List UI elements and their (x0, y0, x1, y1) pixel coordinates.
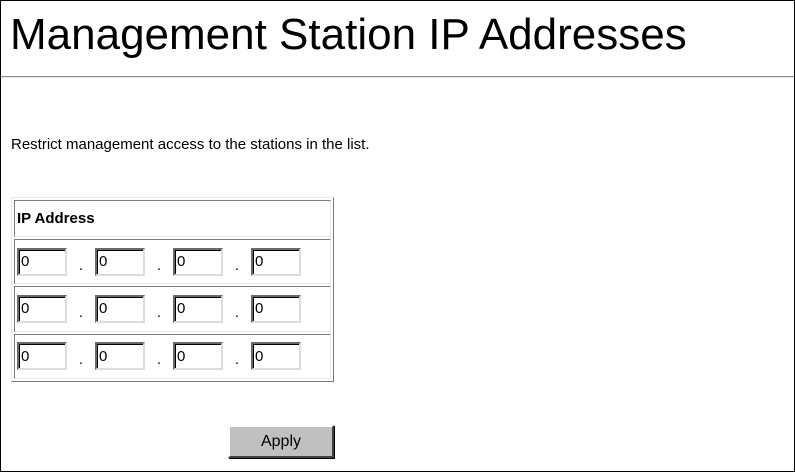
ip-octet-input[interactable] (17, 247, 67, 276)
ip-octet-input[interactable] (95, 294, 145, 323)
table-header-row: IP Address (14, 200, 331, 237)
ip-octet-input[interactable] (17, 294, 67, 323)
ip-octet-input[interactable] (17, 342, 67, 371)
ip-octet-input[interactable] (95, 342, 145, 371)
ip-octet-input[interactable] (173, 342, 223, 371)
octet-separator: . (78, 256, 84, 274)
page-description: Restrict management access to the statio… (11, 136, 370, 153)
octet-separator: . (78, 303, 84, 321)
page-title: Management Station IP Addresses (10, 10, 687, 59)
octet-separator: . (156, 303, 162, 321)
table-row: ... (14, 333, 331, 379)
octet-separator: . (234, 303, 240, 321)
ip-address-header: IP Address (14, 200, 331, 237)
table-row: ... (14, 239, 331, 285)
ip-octet-input[interactable] (173, 247, 223, 276)
title-divider (1, 76, 794, 78)
ip-octet-input[interactable] (95, 247, 145, 276)
apply-button[interactable]: Apply (228, 425, 334, 458)
table-row: ... (14, 286, 331, 332)
ip-octet-input[interactable] (251, 247, 301, 276)
octet-separator: . (156, 351, 162, 369)
ip-address-rows: ......... (14, 239, 331, 379)
ip-octet-input[interactable] (251, 294, 301, 323)
ip-octet-input[interactable] (251, 342, 301, 371)
ip-address-cell: ... (14, 333, 331, 379)
ip-address-cell: ... (14, 239, 331, 285)
ip-address-table: IP Address ......... (11, 197, 334, 382)
page-frame: Management Station IP Addresses Restrict… (0, 0, 795, 472)
ip-address-cell: ... (14, 286, 331, 332)
octet-separator: . (234, 256, 240, 274)
octet-separator: . (234, 351, 240, 369)
ip-octet-input[interactable] (173, 294, 223, 323)
octet-separator: . (78, 351, 84, 369)
octet-separator: . (156, 256, 162, 274)
